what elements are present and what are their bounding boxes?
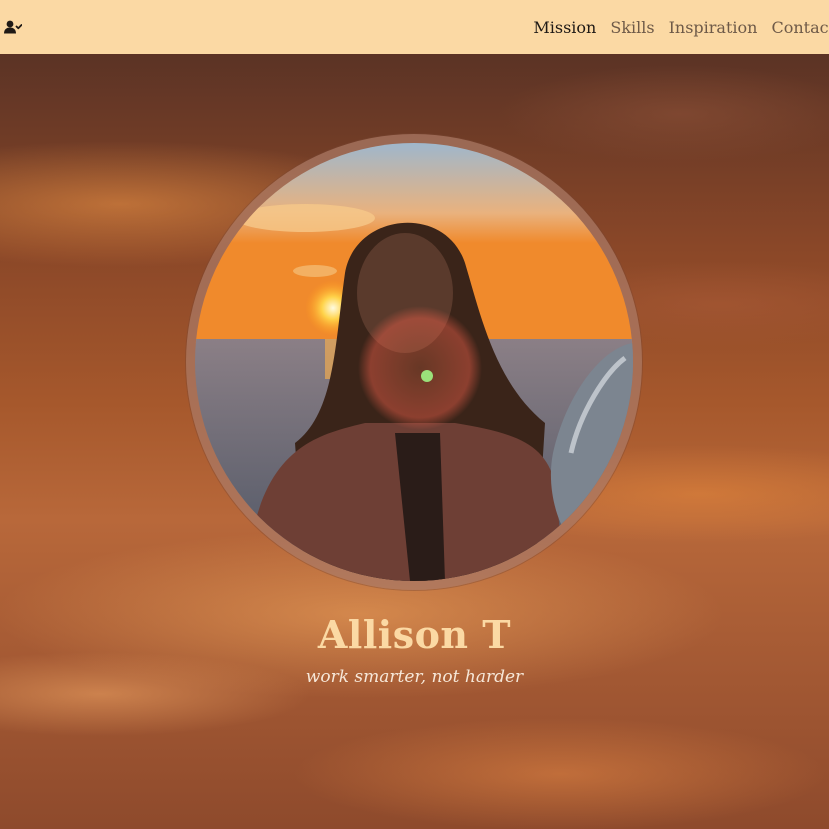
hero-section: Allison T work smarter, not harder [0, 54, 829, 829]
nav-link-skills[interactable]: Skills [610, 18, 654, 37]
profile-photo-frame [186, 134, 642, 590]
top-navbar: Mission Skills Inspiration Contact [0, 0, 829, 54]
brand-link[interactable] [2, 16, 24, 38]
nav-link-mission[interactable]: Mission [533, 18, 596, 37]
profile-photo [195, 143, 633, 581]
user-check-icon [4, 20, 22, 34]
profile-name: Allison T [317, 612, 512, 657]
profile-tagline: work smarter, not harder [305, 667, 524, 687]
nav-link-inspiration[interactable]: Inspiration [669, 18, 758, 37]
nav-link-contact[interactable]: Contact [771, 18, 829, 37]
nav-menu: Mission Skills Inspiration Contact [533, 18, 829, 37]
